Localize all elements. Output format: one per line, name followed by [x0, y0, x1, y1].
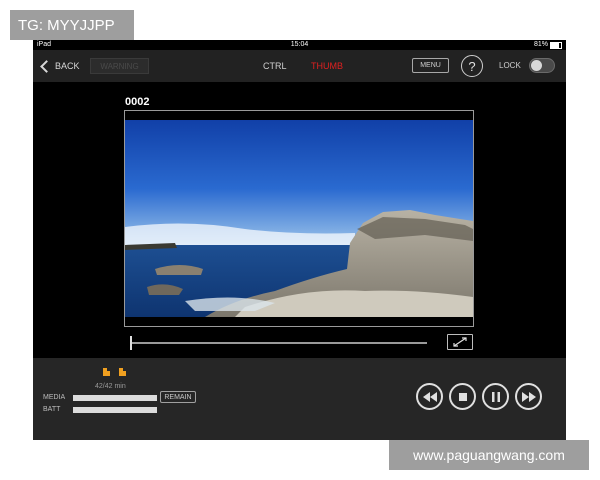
media-label: MEDIA — [43, 394, 66, 401]
chevron-left-icon — [40, 59, 53, 73]
battery-meter — [73, 407, 157, 413]
clip-thumbnail[interactable] — [124, 110, 474, 327]
overlay-tag: TG: MYYJJPP — [10, 10, 134, 40]
stop-icon — [458, 392, 467, 401]
pause-icon — [491, 391, 500, 402]
pause-button[interactable] — [482, 383, 509, 410]
thumbnail-image — [125, 111, 473, 326]
scrubber-handle[interactable] — [130, 336, 132, 350]
media-slot-icons — [103, 368, 126, 376]
remain-button[interactable]: REMAIN — [160, 391, 196, 403]
status-bar: iPad 15:04 81% — [33, 40, 566, 50]
clip-number: 0002 — [125, 96, 150, 108]
tab-ctrl[interactable]: CTRL — [263, 58, 287, 74]
battery-percent: 81% — [533, 41, 548, 48]
lock-label: LOCK — [499, 61, 521, 70]
help-icon: ? — [468, 58, 476, 74]
status-time: 15:04 — [290, 41, 309, 48]
media-file-icon — [119, 368, 126, 376]
fullscreen-button[interactable] — [447, 334, 473, 350]
stop-button[interactable] — [449, 383, 476, 410]
back-label: BACK — [55, 61, 80, 71]
battery-icon — [550, 41, 562, 49]
lock-toggle[interactable] — [529, 58, 555, 73]
app-screen: iPad 15:04 81% BACK WARNING CTRL THUMB M… — [33, 40, 566, 440]
expand-icon — [453, 337, 467, 347]
fast-forward-button[interactable] — [515, 383, 542, 410]
warning-button[interactable]: WARNING — [90, 58, 149, 74]
media-meter — [73, 395, 157, 401]
batt-label: BATT — [43, 406, 61, 413]
battery-status: 81% — [534, 40, 562, 50]
scrubber-track[interactable] — [131, 342, 427, 344]
rewind-icon — [422, 391, 437, 402]
tab-thumb[interactable]: THUMB — [311, 58, 343, 74]
media-file-icon — [103, 368, 110, 376]
rewind-button[interactable] — [416, 383, 443, 410]
lock-toggle-knob — [531, 60, 542, 71]
watermark: www.paguangwang.com — [389, 440, 589, 470]
bottom-panel: 42/42 min MEDIA REMAIN BATT — [33, 358, 566, 440]
back-button[interactable]: BACK — [39, 58, 80, 74]
remaining-time: 42/42 min — [95, 383, 126, 390]
top-toolbar: BACK WARNING CTRL THUMB MENU ? LOCK — [33, 50, 566, 82]
menu-button[interactable]: MENU — [412, 58, 449, 73]
fast-forward-icon — [521, 391, 536, 402]
help-button[interactable]: ? — [461, 55, 483, 77]
